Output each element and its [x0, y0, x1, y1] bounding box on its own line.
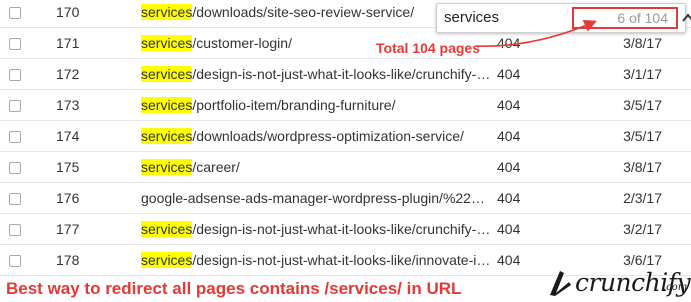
chevron-up-icon[interactable]	[681, 10, 691, 26]
row-checkbox[interactable]	[9, 255, 21, 267]
row-url[interactable]: google-adsense-ads-manager-wordpress-plu…	[141, 183, 493, 213]
status-code: 404	[497, 97, 521, 113]
brand-tld: .com	[663, 282, 688, 293]
highlight-match: services	[141, 221, 193, 237]
url-rest: /career/	[192, 159, 240, 175]
row-date: 3/5/17	[623, 97, 662, 113]
row-url[interactable]: services/downloads/wordpress-optimizatio…	[141, 121, 493, 151]
row-checkbox[interactable]	[9, 100, 21, 112]
row-url[interactable]: services/career/	[141, 152, 493, 182]
highlight-match: services	[141, 35, 193, 51]
row-url[interactable]: services/portfolio-item/branding-furnitu…	[141, 90, 493, 120]
row-date: 3/5/17	[623, 128, 662, 144]
row-checkbox[interactable]	[9, 69, 21, 81]
url-rest: /customer-login/	[192, 35, 292, 51]
table-row[interactable]: 176 google-adsense-ads-manager-wordpress…	[0, 183, 691, 214]
footer-caption: Best way to redirect all pages contains …	[6, 279, 462, 298]
highlight-match: services	[141, 252, 193, 268]
row-number: 172	[56, 66, 80, 82]
row-number: 171	[56, 35, 80, 51]
row-checkbox[interactable]	[9, 224, 21, 236]
highlight-match: services	[141, 4, 193, 20]
row-number: 170	[56, 4, 80, 20]
crunchify-logo-icon	[550, 271, 571, 296]
url-rest: /design-is-not-just-what-it-looks-like/i…	[192, 252, 491, 268]
highlight-match: services	[141, 66, 193, 82]
status-code: 404	[497, 252, 521, 268]
row-number: 177	[56, 221, 80, 237]
row-date: 3/2/17	[623, 221, 662, 237]
row-date: 2/3/17	[623, 190, 662, 206]
url-rest: /design-is-not-just-what-it-looks-like/c…	[192, 66, 491, 82]
table-row[interactable]: 173 services/portfolio-item/branding-fur…	[0, 90, 691, 121]
row-number: 173	[56, 97, 80, 113]
row-checkbox[interactable]	[9, 193, 21, 205]
table-row[interactable]: 175 services/career/ 404 3/8/17	[0, 152, 691, 183]
row-checkbox[interactable]	[9, 38, 21, 50]
highlight-match: services	[141, 159, 193, 175]
row-checkbox[interactable]	[9, 7, 21, 19]
table-row[interactable]: 177 services/design-is-not-just-what-it-…	[0, 214, 691, 245]
status-code: 404	[497, 159, 521, 175]
url-rest: /downloads/wordpress-optimization-servic…	[192, 128, 464, 144]
url-rest: /design-is-not-just-what-it-looks-like/c…	[192, 221, 491, 237]
highlight-match: services	[141, 128, 193, 144]
row-number: 178	[56, 252, 80, 268]
url-rest: google-adsense-ads-manager-wordpress-plu…	[141, 190, 485, 206]
url-rest: /downloads/site-seo-review-service/	[192, 4, 415, 20]
row-number: 175	[56, 159, 80, 175]
row-number: 176	[56, 190, 80, 206]
row-url[interactable]: services/design-is-not-just-what-it-look…	[141, 214, 493, 244]
highlight-match: services	[141, 97, 193, 113]
brand-logo-area: crunchify .com	[547, 266, 691, 300]
annotation-callout: Total 104 pages	[376, 40, 481, 56]
row-number: 174	[56, 128, 80, 144]
row-date: 3/8/17	[623, 159, 662, 175]
row-url[interactable]: services/design-is-not-just-what-it-look…	[141, 59, 493, 89]
status-code: 404	[497, 190, 521, 206]
status-code: 404	[497, 128, 521, 144]
url-rest: /portfolio-item/branding-furniture/	[192, 97, 396, 113]
row-url[interactable]: services/design-is-not-just-what-it-look…	[141, 245, 493, 275]
annotation-arrow-icon	[475, 19, 597, 47]
status-code: 404	[497, 221, 521, 237]
table-row[interactable]: 174 services/downloads/wordpress-optimiz…	[0, 121, 691, 152]
row-checkbox[interactable]	[9, 131, 21, 143]
row-checkbox[interactable]	[9, 162, 21, 174]
